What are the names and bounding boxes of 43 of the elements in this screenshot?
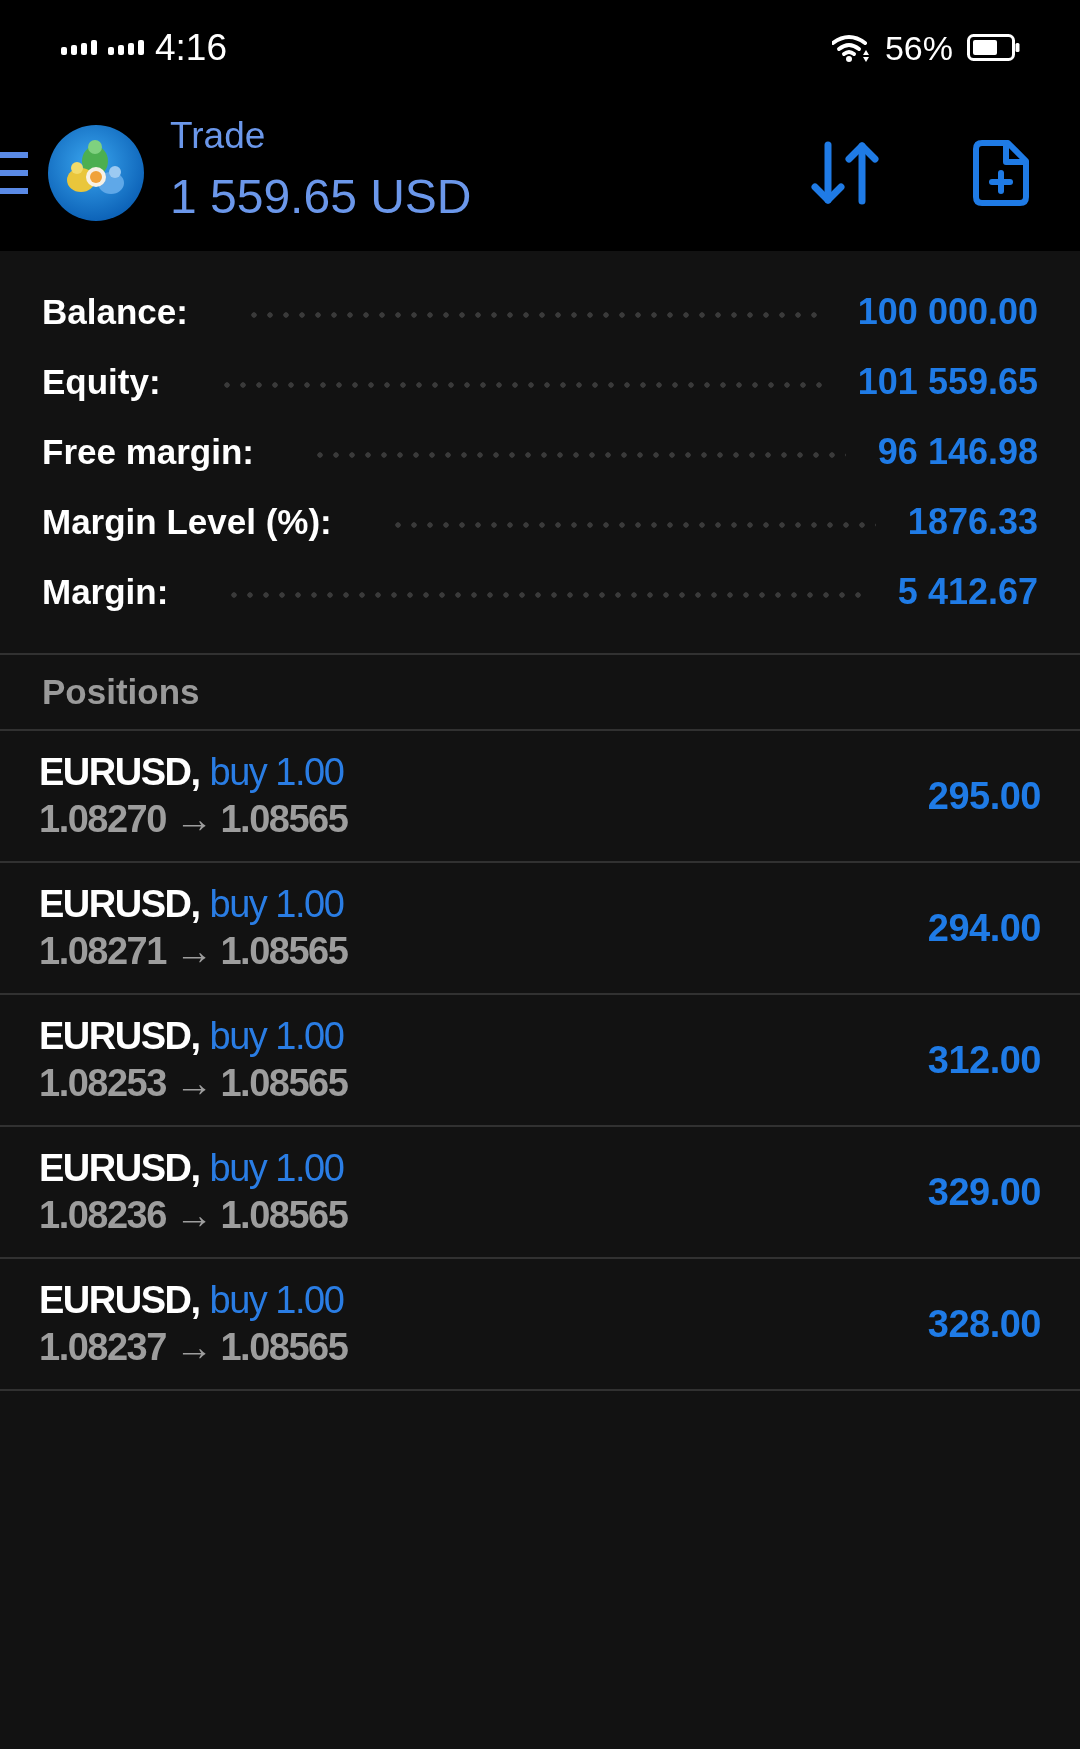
order-label: buy 1.00 — [209, 1014, 344, 1059]
position-profit: 312.00 — [927, 1038, 1041, 1082]
battery-percent: 56% — [884, 27, 953, 69]
order-label: buy 1.00 — [209, 1146, 344, 1191]
symbol-label: EURUSD, — [39, 1278, 200, 1323]
floating-profit: 1 559.65 USD — [170, 169, 472, 225]
wifi-icon — [831, 33, 871, 62]
account-value: 1876.33 — [907, 501, 1038, 543]
account-label: Balance: — [42, 292, 188, 332]
account-label: Margin: — [42, 572, 169, 612]
position-profit: 329.00 — [927, 1170, 1041, 1214]
signal-icon — [61, 40, 98, 55]
order-label: buy 1.00 — [209, 882, 344, 927]
sort-arrows-icon[interactable] — [810, 140, 880, 206]
app-logo-icon — [48, 125, 144, 221]
position-profit: 294.00 — [927, 906, 1041, 950]
price-range: 1.08271 → 1.08565 — [39, 929, 348, 974]
battery-icon — [967, 34, 1020, 61]
position-profit: 295.00 — [927, 774, 1041, 818]
screen-title: Trade — [170, 116, 266, 156]
symbol-label: EURUSD, — [39, 1014, 200, 1059]
symbol-label: EURUSD, — [39, 882, 200, 927]
new-document-icon[interactable] — [973, 140, 1029, 206]
price-range: 1.08270 → 1.08565 — [39, 797, 348, 842]
account-value: 96 146.98 — [877, 431, 1038, 473]
account-label: Free margin: — [42, 432, 254, 472]
symbol-label: EURUSD, — [39, 1146, 200, 1191]
price-range: 1.08236 → 1.08565 — [39, 1193, 348, 1238]
account-label: Equity: — [42, 362, 161, 402]
account-value: 5 412.67 — [897, 571, 1038, 613]
clock-time: 4:16 — [155, 25, 227, 70]
menu-icon[interactable] — [0, 152, 28, 194]
order-label: buy 1.00 — [209, 750, 344, 795]
account-value: 101 559.65 — [857, 361, 1038, 403]
signal-icon — [108, 40, 145, 55]
price-range: 1.08253 → 1.08565 — [39, 1061, 348, 1106]
order-label: buy 1.00 — [209, 1278, 344, 1323]
symbol-label: EURUSD, — [39, 750, 200, 795]
position-profit: 328.00 — [927, 1302, 1041, 1346]
account-value: 100 000.00 — [857, 291, 1038, 333]
account-label: Margin Level (%): — [42, 502, 332, 542]
section-title: Positions — [42, 672, 200, 712]
price-range: 1.08237 → 1.08565 — [39, 1325, 348, 1370]
